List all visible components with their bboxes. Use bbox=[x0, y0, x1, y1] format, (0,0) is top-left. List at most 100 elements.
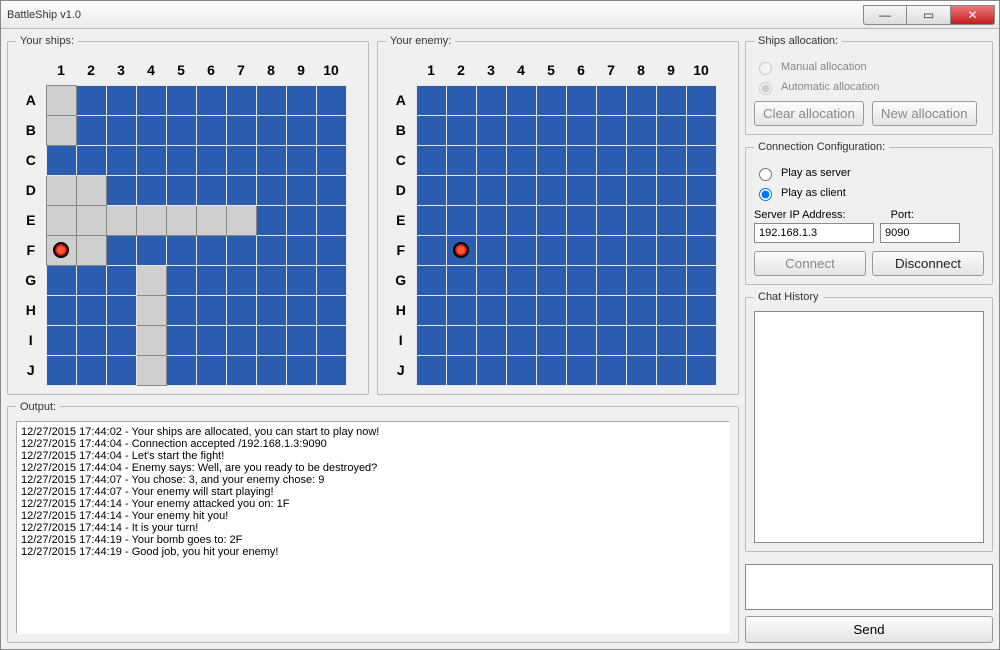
grid-cell[interactable] bbox=[476, 295, 506, 325]
grid-cell[interactable] bbox=[316, 85, 346, 115]
grid-cell[interactable] bbox=[656, 85, 686, 115]
grid-cell[interactable] bbox=[566, 205, 596, 235]
grid-cell[interactable] bbox=[686, 85, 716, 115]
grid-cell[interactable] bbox=[136, 295, 166, 325]
grid-cell[interactable] bbox=[506, 355, 536, 385]
grid-cell[interactable] bbox=[536, 85, 566, 115]
grid-cell[interactable] bbox=[256, 205, 286, 235]
grid-cell[interactable] bbox=[76, 235, 106, 265]
chat-input[interactable] bbox=[745, 564, 993, 610]
grid-cell[interactable] bbox=[106, 265, 136, 295]
grid-cell[interactable] bbox=[596, 175, 626, 205]
grid-cell[interactable] bbox=[286, 355, 316, 385]
grid-cell[interactable] bbox=[256, 355, 286, 385]
grid-cell[interactable] bbox=[596, 325, 626, 355]
grid-cell[interactable] bbox=[256, 175, 286, 205]
grid-cell[interactable] bbox=[686, 175, 716, 205]
grid-cell[interactable] bbox=[46, 145, 76, 175]
grid-cell[interactable] bbox=[166, 175, 196, 205]
grid-cell[interactable] bbox=[166, 115, 196, 145]
play-as-client-row[interactable]: Play as client bbox=[754, 185, 984, 201]
grid-cell[interactable] bbox=[476, 85, 506, 115]
grid-cell[interactable] bbox=[136, 325, 166, 355]
port-input[interactable] bbox=[880, 223, 960, 243]
grid-cell[interactable] bbox=[76, 355, 106, 385]
grid-cell[interactable] bbox=[166, 145, 196, 175]
grid-cell[interactable] bbox=[106, 85, 136, 115]
grid-cell[interactable] bbox=[506, 175, 536, 205]
grid-cell[interactable] bbox=[566, 175, 596, 205]
grid-cell[interactable] bbox=[136, 115, 166, 145]
grid-cell[interactable] bbox=[166, 325, 196, 355]
grid-cell[interactable] bbox=[106, 205, 136, 235]
grid-cell[interactable] bbox=[286, 85, 316, 115]
grid-cell[interactable] bbox=[476, 175, 506, 205]
grid-cell[interactable] bbox=[76, 115, 106, 145]
grid-cell[interactable] bbox=[316, 175, 346, 205]
grid-cell[interactable] bbox=[316, 115, 346, 145]
grid-cell[interactable] bbox=[226, 205, 256, 235]
grid-cell[interactable] bbox=[686, 115, 716, 145]
grid-cell[interactable] bbox=[656, 205, 686, 235]
grid-cell[interactable] bbox=[256, 235, 286, 265]
grid-cell[interactable] bbox=[416, 235, 446, 265]
grid-cell[interactable] bbox=[506, 295, 536, 325]
grid-cell[interactable] bbox=[626, 145, 656, 175]
grid-cell[interactable] bbox=[446, 265, 476, 295]
grid-cell[interactable] bbox=[286, 175, 316, 205]
grid-cell[interactable] bbox=[506, 115, 536, 145]
grid-cell[interactable] bbox=[46, 85, 76, 115]
grid-cell[interactable] bbox=[46, 325, 76, 355]
grid-cell[interactable] bbox=[566, 85, 596, 115]
grid-cell[interactable] bbox=[566, 355, 596, 385]
grid-cell[interactable] bbox=[476, 235, 506, 265]
grid-cell[interactable] bbox=[626, 85, 656, 115]
grid-cell[interactable] bbox=[196, 355, 226, 385]
grid-cell[interactable] bbox=[476, 325, 506, 355]
grid-cell[interactable] bbox=[286, 145, 316, 175]
grid-cell[interactable] bbox=[416, 175, 446, 205]
grid-cell[interactable] bbox=[166, 355, 196, 385]
grid-cell[interactable] bbox=[226, 235, 256, 265]
grid-cell[interactable] bbox=[196, 265, 226, 295]
grid-cell[interactable] bbox=[686, 205, 716, 235]
grid-cell[interactable] bbox=[286, 205, 316, 235]
grid-cell[interactable] bbox=[256, 265, 286, 295]
grid-cell[interactable] bbox=[106, 175, 136, 205]
grid-cell[interactable] bbox=[536, 235, 566, 265]
grid-cell[interactable] bbox=[416, 265, 446, 295]
grid-cell[interactable] bbox=[656, 265, 686, 295]
grid-cell[interactable] bbox=[446, 235, 476, 265]
grid-cell[interactable] bbox=[416, 115, 446, 145]
grid-cell[interactable] bbox=[76, 85, 106, 115]
grid-cell[interactable] bbox=[416, 85, 446, 115]
grid-cell[interactable] bbox=[316, 265, 346, 295]
grid-cell[interactable] bbox=[506, 235, 536, 265]
send-button[interactable]: Send bbox=[745, 616, 993, 643]
grid-cell[interactable] bbox=[196, 145, 226, 175]
grid-cell[interactable] bbox=[656, 235, 686, 265]
grid-cell[interactable] bbox=[446, 145, 476, 175]
grid-cell[interactable] bbox=[76, 295, 106, 325]
grid-cell[interactable] bbox=[626, 205, 656, 235]
grid-cell[interactable] bbox=[106, 295, 136, 325]
grid-cell[interactable] bbox=[446, 175, 476, 205]
grid-cell[interactable] bbox=[626, 115, 656, 145]
grid-cell[interactable] bbox=[416, 205, 446, 235]
grid-cell[interactable] bbox=[226, 115, 256, 145]
grid-cell[interactable] bbox=[536, 145, 566, 175]
disconnect-button[interactable]: Disconnect bbox=[872, 251, 984, 276]
grid-cell[interactable] bbox=[596, 85, 626, 115]
grid-cell[interactable] bbox=[536, 355, 566, 385]
grid-cell[interactable] bbox=[596, 235, 626, 265]
grid-cell[interactable] bbox=[656, 295, 686, 325]
grid-cell[interactable] bbox=[476, 265, 506, 295]
grid-cell[interactable] bbox=[286, 235, 316, 265]
grid-cell[interactable] bbox=[196, 175, 226, 205]
grid-cell[interactable] bbox=[656, 145, 686, 175]
grid-cell[interactable] bbox=[596, 295, 626, 325]
grid-cell[interactable] bbox=[686, 355, 716, 385]
grid-cell[interactable] bbox=[226, 175, 256, 205]
grid-cell[interactable] bbox=[76, 145, 106, 175]
grid-cell[interactable] bbox=[656, 175, 686, 205]
